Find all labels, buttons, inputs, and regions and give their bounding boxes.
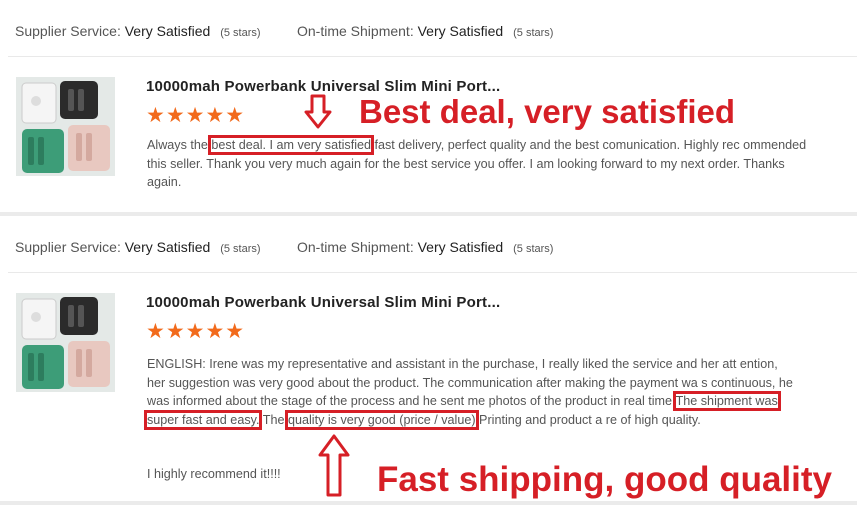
supplier-service-value: Very Satisfied [124,239,211,255]
shipment-label: On-time Shipment: [297,23,414,39]
annotation-fast-shipping: Fast shipping, good quality [377,460,832,499]
highlight-best-deal: best deal. I am very satisfied [208,135,374,155]
shipment-stars: (5 stars) [513,243,554,255]
supplier-service-stars: (5 stars) [220,27,261,39]
supplier-service-label: Supplier Service: [15,239,121,255]
product-title[interactable]: 10000mah Powerbank Universal Slim Mini P… [146,294,500,311]
powerbank-image [16,77,115,176]
product-thumbnail[interactable] [16,293,115,392]
shipment-value: Very Satisfied [417,23,504,39]
review-text-segment: Printing and product a re of high qualit… [475,412,701,427]
star-rating: ★★★★★ [146,104,246,127]
shipment-label: On-time Shipment: [297,239,414,255]
review-text: Always the best deal. I am very satisfie… [147,135,807,192]
review-text-segment: Always the [147,138,212,152]
highlight-quality: quality is very good (price / value) [284,409,479,430]
section-divider [0,501,857,505]
review-text-closing: I highly recommend it!!!! [147,467,281,481]
arrow-up-icon [318,434,350,497]
powerbank-image [16,293,115,392]
divider [8,56,857,57]
review-2-ratings-row: Supplier Service: Very Satisfied (5 star… [15,239,261,255]
star-rating: ★★★★★ [146,320,246,343]
supplier-service-stars: (5 stars) [220,243,261,255]
review-text: ENGLISH: Irene was my representative and… [144,355,799,430]
arrow-down-icon [304,94,332,129]
divider [8,272,857,273]
shipment-stars: (5 stars) [513,27,554,39]
product-thumbnail[interactable] [16,77,115,176]
shipment-value: Very Satisfied [417,239,504,255]
review-text-segment: The [259,412,288,427]
supplier-service-label: Supplier Service: [15,23,121,39]
review-1-ratings-row: Supplier Service: Very Satisfied (5 star… [15,23,261,39]
annotation-best-deal: Best deal, very satisfied [359,93,736,130]
review-2-shipment-row: On-time Shipment: Very Satisfied (5 star… [297,239,553,255]
supplier-service-value: Very Satisfied [124,23,211,39]
section-divider [0,212,857,216]
review-1-shipment-row: On-time Shipment: Very Satisfied (5 star… [297,23,553,39]
